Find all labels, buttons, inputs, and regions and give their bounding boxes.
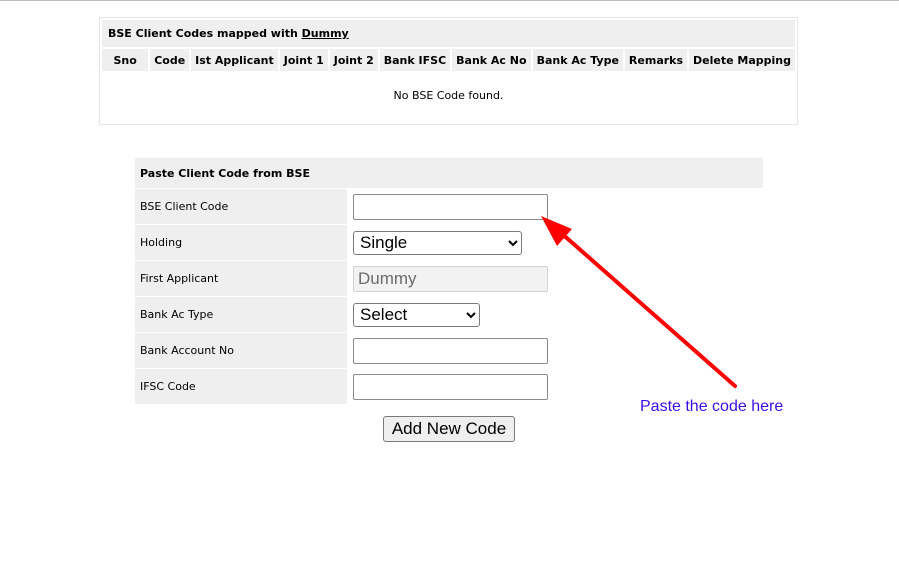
arrow-shaft <box>558 230 737 388</box>
annotation-hint-text: Paste the code here <box>640 398 784 415</box>
arrow-head <box>541 216 572 246</box>
annotation-arrow-icon <box>541 216 737 388</box>
